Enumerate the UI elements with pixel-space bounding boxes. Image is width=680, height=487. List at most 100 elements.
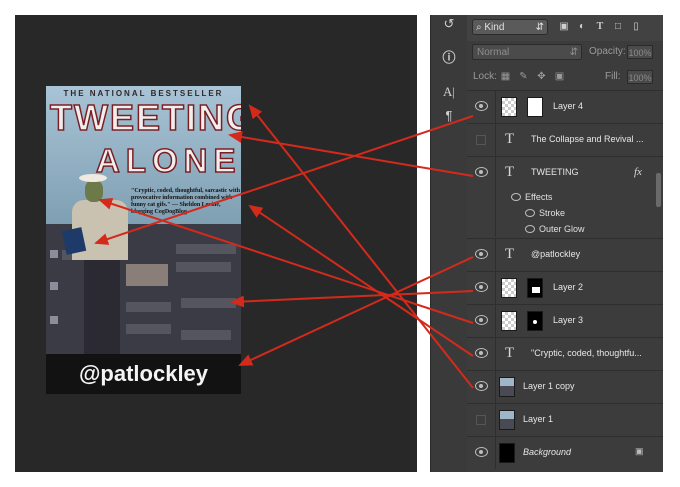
lock-all-icon[interactable]: ▣ (554, 71, 565, 82)
poster-title-tweeting: TWEETING (49, 96, 241, 139)
layer-mask-thumbnail (527, 97, 543, 117)
visibility-eye-icon[interactable] (475, 381, 488, 391)
text-layer-icon: T (505, 164, 515, 180)
row-divider (495, 371, 496, 403)
filter-type-icon[interactable]: T (593, 21, 607, 33)
row-divider (495, 404, 496, 436)
filter-shape-icon[interactable]: □ (611, 21, 625, 33)
layer-name[interactable]: Layer 2 (553, 282, 583, 292)
layer-effects-fx-icon[interactable]: fx (634, 166, 642, 178)
effect-eye-icon[interactable] (525, 209, 535, 217)
visibility-eye-icon[interactable] (475, 447, 488, 457)
row-divider (495, 205, 496, 221)
filter-pixel-icon[interactable]: ▣ (557, 21, 571, 33)
lock-position-move-icon[interactable]: ✥ (536, 71, 547, 82)
poster-artwork[interactable]: THE NATIONAL BESTSELLER TWEETING ALONE "… (46, 86, 241, 394)
layer-name[interactable]: TWEETING (531, 167, 579, 177)
layer-name[interactable]: Layer 4 (553, 101, 583, 111)
visibility-toggle-off-icon[interactable] (476, 415, 486, 425)
lock-image-brush-icon[interactable]: ✎ (518, 71, 529, 82)
layer-name[interactable]: Layer 3 (553, 315, 583, 325)
layer-row-cryptic-text[interactable]: T "Cryptic, coded, thoughtfu... (467, 337, 663, 370)
layer-thumbnail (501, 311, 517, 331)
layer-row-layer-1[interactable]: Layer 1 (467, 403, 663, 436)
layer-name[interactable]: The Collapse and Revival ... (531, 134, 644, 144)
effect-name: Outer Glow (539, 224, 585, 234)
layer-row-patlockley[interactable]: T @patlockley (467, 238, 663, 271)
text-layer-icon: T (505, 246, 515, 262)
mask-shape (532, 287, 540, 293)
layer-thumbnail (499, 443, 515, 463)
tweet-avatar (50, 282, 58, 290)
opacity-label: Opacity: (589, 46, 626, 57)
effects-label: Effects (525, 192, 553, 202)
row-divider (495, 239, 496, 271)
layer-name[interactable]: Background (523, 447, 571, 457)
visibility-eye-icon[interactable] (475, 101, 488, 111)
lock-transparent-icon[interactable]: ▦ (500, 71, 511, 82)
man-figure-hat (79, 174, 107, 182)
layer-row-layer-1-copy[interactable]: Layer 1 copy (467, 370, 663, 403)
layer-thumbnail (501, 97, 517, 117)
visibility-eye-icon[interactable] (475, 348, 488, 358)
history-icon[interactable]: ↺ (439, 15, 459, 33)
layers-panel: ⌕ Kind ⇵ ▣ ◐ T □ ▯ Normal ⇵ Opacity: 100%… (467, 15, 663, 472)
effect-eye-icon[interactable] (525, 225, 535, 233)
tweet-row (181, 298, 236, 308)
visibility-eye-icon[interactable] (475, 249, 488, 259)
text-layer-icon: T (505, 345, 515, 361)
effects-eye-icon[interactable] (511, 193, 521, 201)
layer-row-tweeting[interactable]: T TWEETING fx (467, 156, 663, 189)
fill-label: Fill: (605, 71, 621, 82)
character-icon[interactable]: A| (439, 83, 459, 101)
poster-title-alone: ALONE (95, 141, 241, 180)
filter-adjustment-icon[interactable]: ◐ (575, 21, 589, 33)
layer-row-layer-3[interactable]: Layer 3 (467, 304, 663, 337)
row-divider (495, 157, 496, 189)
layer-row-layer-4[interactable]: Layer 4 (467, 90, 663, 123)
layer-name[interactable]: Layer 1 (523, 414, 553, 424)
visibility-eye-icon[interactable] (475, 315, 488, 325)
visibility-toggle-off-icon[interactable] (476, 135, 486, 145)
filter-kind-select[interactable]: ⌕ Kind ⇵ (472, 19, 548, 35)
layer-thumbnail (499, 410, 515, 430)
layer-name[interactable]: Layer 1 copy (523, 381, 575, 391)
row-divider (495, 221, 496, 237)
poster-handle: @patlockley (46, 354, 241, 394)
blend-mode-select[interactable]: Normal ⇵ (472, 44, 582, 60)
layer-row-layer-2[interactable]: Layer 2 (467, 271, 663, 304)
layer-filter-bar: ⌕ Kind ⇵ ▣ ◐ T □ ▯ (467, 15, 663, 41)
visibility-eye-icon[interactable] (475, 167, 488, 177)
fill-field[interactable]: 100% (627, 70, 653, 84)
row-divider (495, 338, 496, 370)
tweet-row (181, 330, 231, 340)
row-divider (495, 124, 496, 156)
row-divider (495, 272, 496, 304)
layer-name[interactable]: @patlockley (531, 249, 580, 259)
lock-icon: ▣ (635, 446, 644, 456)
effect-row-outer-glow[interactable]: Outer Glow (467, 221, 663, 237)
filter-kind-label: Kind (484, 22, 505, 33)
paragraph-icon[interactable]: ¶ (439, 107, 459, 125)
tweet-row (176, 244, 236, 254)
effects-group-row[interactable]: Effects (467, 189, 663, 205)
layer-row-collapse-text[interactable]: T The Collapse and Revival ... (467, 123, 663, 156)
visibility-eye-icon[interactable] (475, 282, 488, 292)
layer-name[interactable]: "Cryptic, coded, thoughtfu... (531, 348, 642, 358)
tweet-row (176, 262, 231, 272)
layers-scrollbar-thumb[interactable] (656, 173, 661, 207)
info-icon[interactable]: ⓘ (439, 49, 459, 67)
layer-mask-thumbnail (527, 311, 543, 331)
row-divider (495, 437, 496, 469)
row-divider (495, 305, 496, 337)
effect-name: Stroke (539, 208, 566, 218)
filter-smartobject-icon[interactable]: ▯ (629, 21, 643, 33)
effect-row-stroke[interactable]: Stroke (467, 205, 663, 221)
opacity-field[interactable]: 100% (627, 45, 653, 59)
layer-row-background[interactable]: Background ▣ (467, 436, 663, 469)
tweet-row (126, 324, 171, 334)
blend-mode-value: Normal (477, 47, 510, 58)
man-figure-legs (84, 258, 120, 358)
layer-thumbnail (501, 278, 517, 298)
lock-label: Lock: (473, 71, 497, 82)
